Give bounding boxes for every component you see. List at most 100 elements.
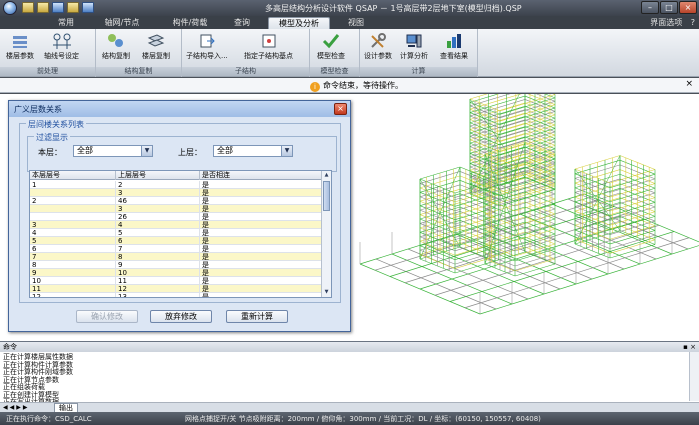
- table-cell: 3: [116, 205, 200, 213]
- dialog-title-bar[interactable]: 广义层数关系 ×: [9, 101, 350, 117]
- substructure-import-button[interactable]: 子结构导入...: [186, 33, 228, 61]
- interface-options[interactable]: 界面选项 ?: [650, 17, 695, 28]
- close-button[interactable]: ×: [679, 1, 697, 14]
- table-row[interactable]: 10 11 是: [30, 277, 322, 285]
- upper-floor-select[interactable]: 全部 ▼: [213, 145, 293, 157]
- results-icon: [447, 34, 461, 48]
- computer-icon: [406, 34, 422, 48]
- table-cell: 12: [30, 293, 116, 297]
- relation-list-legend: 层间楼关系列表: [26, 119, 86, 130]
- tab-query[interactable]: 查询: [222, 17, 262, 29]
- relation-table[interactable]: 本层层号 上层层号 是否相连 1 2 是 3 是 2 46 是 3 是 26 是 3 4 是 4 5 是 5 6 是 6 7…: [29, 170, 332, 298]
- table-cell: 7: [30, 253, 116, 261]
- table-cell: 是: [200, 269, 322, 277]
- lower-floor-select[interactable]: 全部 ▼: [73, 145, 153, 157]
- table-row[interactable]: 12 13 是: [30, 293, 322, 297]
- title-bar: 多高层结构分析设计软件 QSAP － 1号高层带2层地下室(模型归档).QSP …: [0, 0, 699, 16]
- output-line: 正在组装荷载: [3, 383, 45, 391]
- table-cell: 11: [116, 277, 200, 285]
- chevron-down-icon: ▼: [141, 146, 152, 156]
- table-row[interactable]: 12是: [30, 181, 322, 189]
- table-row[interactable]: 3是: [30, 205, 322, 213]
- table-row[interactable]: 26 是: [30, 213, 322, 221]
- table-cell: 10: [116, 269, 200, 277]
- calc-analysis-button[interactable]: 计算分析: [400, 33, 428, 61]
- discard-edit-button[interactable]: 放弃修改: [150, 310, 212, 323]
- column-header-connected[interactable]: 是否相连: [200, 171, 322, 180]
- table-cell: 是: [200, 261, 322, 269]
- tab-view[interactable]: 视图: [336, 17, 376, 29]
- tab-members-loads[interactable]: 构件/荷载: [160, 17, 220, 29]
- table-cell: 3: [30, 221, 116, 229]
- minimize-button[interactable]: –: [641, 1, 659, 14]
- table-row[interactable]: 34是: [30, 221, 322, 229]
- table-cell: 是: [200, 189, 322, 197]
- upper-floor-label: 上层：: [178, 148, 202, 157]
- floor-params-icon: [13, 36, 27, 48]
- table-cell: 3: [116, 189, 200, 197]
- tab-common[interactable]: 常用: [46, 17, 86, 29]
- column-header-lower[interactable]: 本层层号: [30, 171, 116, 180]
- table-row[interactable]: 89是: [30, 261, 322, 269]
- output-tab[interactable]: 输出: [54, 403, 78, 412]
- table-cell: 11: [30, 285, 116, 293]
- scroll-thumb: [323, 181, 330, 211]
- tab-nav-arrows-icon[interactable]: ◀◀▶▶: [3, 404, 29, 411]
- undo-icon[interactable]: [67, 2, 79, 13]
- tab-grid-nodes[interactable]: 轴网/节点: [92, 17, 152, 29]
- floor-params-button[interactable]: 楼层参数: [6, 33, 34, 61]
- table-cell: 2: [30, 197, 116, 205]
- table-cell: 4: [30, 229, 116, 237]
- view-results-button[interactable]: 查看结果: [440, 33, 468, 61]
- table-cell: 12: [116, 285, 200, 293]
- table-cell: 是: [200, 293, 322, 297]
- design-params-button[interactable]: 设计参数: [364, 33, 392, 61]
- table-row[interactable]: 2 46 是: [30, 197, 322, 205]
- filter-legend: 过滤显示: [34, 132, 70, 143]
- lower-floor-label: 本层：: [38, 148, 62, 157]
- table-cell: [30, 205, 116, 213]
- table-cell: 7: [116, 245, 200, 253]
- checkmark-icon: [322, 34, 340, 49]
- table-cell: 是: [200, 237, 322, 245]
- table-cell: 6: [30, 245, 116, 253]
- axis-number-button[interactable]: 轴线号设定: [44, 33, 79, 61]
- ribbon-panel: 楼层参数 轴线号设定 前处理 结构复制 楼层复制 结构复制 子结构导入... 指…: [0, 29, 699, 77]
- table-cell: 13: [116, 293, 200, 297]
- output-pin-close-icons[interactable]: ▪ ×: [683, 342, 696, 352]
- confirm-edit-button[interactable]: 确认修改: [76, 310, 138, 323]
- recalculate-button[interactable]: 重新计算: [226, 310, 288, 323]
- output-pane: 命令 ▪ × 正在计算楼层属性数据 正在计算构件计算参数 正在计算构件刚域参数 正在计…: [0, 341, 699, 412]
- maximize-button[interactable]: □: [660, 1, 678, 14]
- redo-icon[interactable]: [82, 2, 94, 13]
- table-row[interactable]: 56是: [30, 237, 322, 245]
- table-cell: 10: [30, 277, 116, 285]
- table-row[interactable]: 11 12 是: [30, 285, 322, 293]
- app-menu-icon[interactable]: [3, 1, 17, 15]
- table-row[interactable]: 78是: [30, 253, 322, 261]
- model-check-button[interactable]: 模型检查: [317, 33, 345, 61]
- notification-close-icon[interactable]: ×: [685, 79, 693, 89]
- table-cell: 26: [116, 213, 200, 221]
- output-scrollbar[interactable]: [689, 352, 699, 401]
- table-cell: 是: [200, 221, 322, 229]
- column-header-upper[interactable]: 上层层号: [116, 171, 200, 180]
- open-file-icon[interactable]: [37, 2, 49, 13]
- substructure-basepoint-button[interactable]: 指定子结构基点: [244, 33, 293, 61]
- table-row[interactable]: 67是: [30, 245, 322, 253]
- new-file-icon[interactable]: [22, 2, 34, 13]
- floor-copy-button[interactable]: 楼层复制: [142, 33, 170, 61]
- structure-copy-button[interactable]: 结构复制: [102, 33, 130, 61]
- table-row[interactable]: 3是: [30, 189, 322, 197]
- save-icon[interactable]: [52, 2, 64, 13]
- table-scrollbar[interactable]: ▲ ▼: [321, 171, 331, 297]
- table-row[interactable]: 9 10 是: [30, 269, 322, 277]
- output-log: 正在计算楼层属性数据 正在计算构件计算参数 正在计算构件刚域参数 正在计算节点参数 正在…: [3, 353, 403, 407]
- table-row[interactable]: 45是: [30, 229, 322, 237]
- tab-model-analysis[interactable]: 模型及分析: [268, 17, 330, 29]
- table-cell: [30, 189, 116, 197]
- dialog-close-button[interactable]: ×: [334, 103, 347, 115]
- table-cell: 2: [116, 181, 200, 189]
- window-title: 多高层结构分析设计软件 QSAP － 1号高层带2层地下室(模型归档).QSP: [265, 4, 522, 13]
- status-command: 正在执行命令：CSD_CALC: [6, 415, 92, 423]
